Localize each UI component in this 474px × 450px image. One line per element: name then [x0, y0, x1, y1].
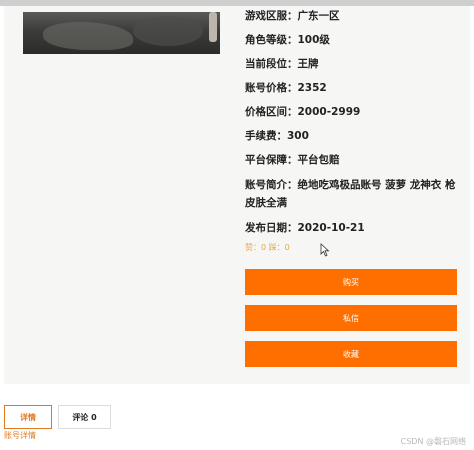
mouse-cursor-icon: [320, 243, 330, 257]
info-label: 游戏区服：: [245, 10, 298, 22]
info-label: 发布日期：: [245, 222, 298, 234]
info-value: 100级: [297, 34, 330, 46]
info-row-fee: 手续费：300: [245, 129, 461, 143]
info-row-date: 发布日期：2020-10-21: [245, 221, 461, 235]
tab-comments[interactable]: 评论 0: [58, 405, 111, 429]
info-row-guarantee: 平台保障：平台包赔: [245, 153, 461, 167]
info-label: 账号简介：: [245, 179, 298, 191]
info-label: 角色等级：: [245, 34, 298, 46]
buy-button[interactable]: 购买: [245, 269, 457, 295]
info-value: 2000-2999: [297, 106, 361, 118]
info-value: 2020-10-21: [297, 222, 365, 234]
image-detail: [133, 16, 203, 46]
info-value: 王牌: [297, 58, 319, 70]
info-value: 300: [287, 130, 309, 142]
message-button[interactable]: 私信: [245, 305, 457, 331]
info-row-intro: 账号简介：绝地吃鸡极品账号 菠萝 龙神衣 枪皮肤全满: [245, 176, 461, 212]
info-row-price-range: 价格区间：2000-2999: [245, 105, 461, 119]
image-detail: [43, 22, 133, 50]
info-value: 2352: [297, 82, 327, 94]
info-label: 手续费：: [245, 130, 287, 142]
like-dislike-counts[interactable]: 赞：0 踩：0: [245, 242, 290, 253]
info-label: 平台保障：: [245, 154, 298, 166]
info-row-price: 账号价格：2352: [245, 81, 461, 95]
product-image[interactable]: [23, 12, 220, 54]
info-label: 账号价格：: [245, 82, 298, 94]
info-row-server: 游戏区服：广东一区: [245, 9, 461, 23]
info-row-level: 角色等级：100级: [245, 33, 461, 47]
info-row-rank: 当前段位：王牌: [245, 57, 461, 71]
favorite-button[interactable]: 收藏: [245, 341, 457, 367]
image-figure: [209, 12, 217, 42]
info-value: 平台包赔: [297, 154, 340, 166]
tab-details[interactable]: 详情: [4, 405, 52, 429]
watermark: CSDN @磐石网络: [400, 437, 466, 446]
info-label: 当前段位：: [245, 58, 298, 70]
info-label: 价格区间：: [245, 106, 298, 118]
details-content: 账号详情: [4, 431, 36, 440]
info-value: 广东一区: [297, 10, 340, 22]
